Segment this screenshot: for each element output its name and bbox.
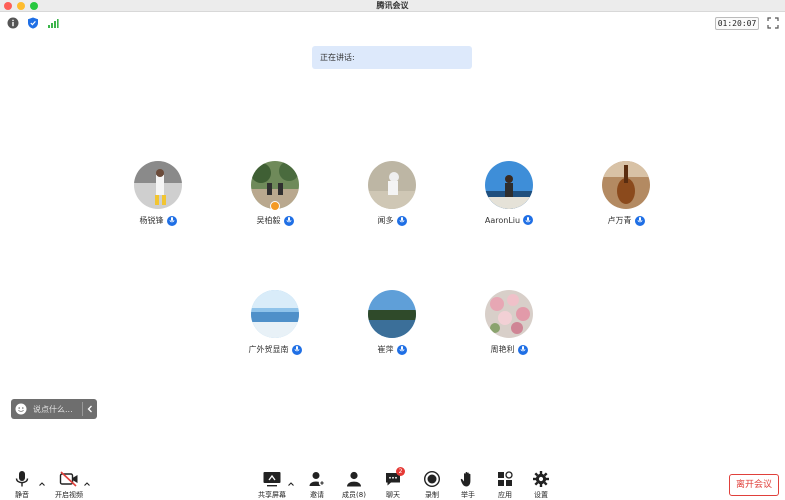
participant-tile[interactable]: 崔萍	[347, 290, 437, 362]
chevron-up-icon[interactable]	[38, 480, 46, 488]
speaking-banner: 正在讲话:	[312, 46, 472, 69]
participant-name-row: 卢万青	[581, 215, 671, 226]
chevron-up-icon[interactable]	[287, 480, 295, 488]
avatar	[368, 161, 416, 209]
raise-hand-icon	[460, 472, 471, 487]
chevron-left-icon[interactable]	[83, 402, 97, 416]
title-bar: 腾讯会议	[0, 0, 785, 12]
bottom-control-bar: 静音 开启视频 共享屏幕 邀请 成员(8) 2 聊天 录制 举手 应用 设置	[0, 466, 785, 500]
participant-name: AaronLiu	[484, 215, 521, 225]
participant-name: 杨锐锋	[139, 216, 164, 225]
mic-muted-icon	[396, 344, 407, 355]
participant-name: 卢万青	[607, 216, 632, 225]
settings-button[interactable]: 设置	[521, 470, 561, 500]
avatar	[485, 161, 533, 209]
avatar	[368, 290, 416, 338]
host-icon	[270, 201, 280, 211]
avatar	[485, 290, 533, 338]
participant-tile[interactable]: 周艳利	[464, 290, 554, 362]
participant-tile[interactable]: 杨锐锋	[113, 161, 203, 233]
apps-button[interactable]: 应用	[485, 470, 525, 500]
shield-icon[interactable]	[27, 17, 39, 29]
signal-strength-icon[interactable]	[47, 17, 59, 29]
mute-button[interactable]: 静音	[2, 470, 42, 500]
participant-tile[interactable]: 吴柏毅	[230, 161, 320, 233]
members-button[interactable]: 成员(8)	[334, 470, 374, 500]
meeting-timer: 01:20:07	[715, 17, 759, 30]
participant-name-row: 崔萍	[347, 344, 437, 355]
mic-muted-icon	[166, 215, 177, 226]
share-screen-button[interactable]: 共享屏幕	[252, 470, 292, 500]
participant-name-row: 广外贺显南	[230, 344, 320, 355]
chevron-up-icon[interactable]	[83, 480, 91, 488]
mic-muted-icon	[523, 215, 534, 225]
participant-name-row: 周艳利	[464, 344, 554, 355]
emoji-icon[interactable]	[15, 403, 27, 415]
members-icon	[347, 471, 361, 487]
record-icon	[423, 470, 441, 488]
invite-user-icon	[309, 472, 326, 487]
mic-muted-icon	[517, 344, 528, 355]
avatar	[134, 161, 182, 209]
participant-name: 吴柏毅	[256, 216, 281, 225]
participant-name: 闻多	[377, 216, 394, 225]
participant-name-row: AaronLiu	[464, 215, 554, 225]
participant-name-row: 吴柏毅	[230, 215, 320, 226]
record-button[interactable]: 录制	[412, 470, 452, 500]
apps-icon	[498, 471, 513, 486]
avatar	[251, 290, 299, 338]
unread-badge: 2	[396, 467, 405, 476]
meeting-toolbar: 01:20:07	[0, 13, 785, 33]
gear-icon	[533, 471, 549, 487]
chat-input-bar[interactable]: 说点什么...	[11, 399, 97, 419]
fullscreen-icon[interactable]	[767, 17, 779, 29]
participant-name-row: 杨锐锋	[113, 215, 203, 226]
mic-muted-icon	[291, 344, 302, 355]
microphone-icon	[15, 471, 29, 487]
invite-button[interactable]: 邀请	[297, 470, 337, 500]
participant-tile[interactable]: 闻多	[347, 161, 437, 233]
window-title: 腾讯会议	[376, 1, 409, 10]
leave-meeting-button[interactable]: 离开会议	[729, 474, 779, 496]
participant-tile[interactable]: 广外贺显南	[230, 290, 320, 362]
chat-input[interactable]: 说点什么...	[33, 404, 82, 415]
info-icon[interactable]	[7, 17, 19, 29]
participant-name: 广外贺显南	[248, 345, 289, 354]
share-screen-icon	[263, 472, 281, 487]
raise-hand-button[interactable]: 举手	[448, 470, 488, 500]
mic-muted-icon	[634, 215, 645, 226]
video-off-icon	[59, 471, 78, 487]
chat-button[interactable]: 2 聊天	[373, 467, 413, 500]
participant-name: 周艳利	[490, 345, 515, 354]
avatar	[602, 161, 650, 209]
participant-tile[interactable]: AaronLiu	[464, 161, 554, 233]
participant-name: 崔萍	[377, 345, 394, 354]
participant-name-row: 闻多	[347, 215, 437, 226]
mic-muted-icon	[283, 215, 294, 226]
mic-muted-icon	[396, 215, 407, 226]
participant-tile[interactable]: 卢万青	[581, 161, 671, 233]
